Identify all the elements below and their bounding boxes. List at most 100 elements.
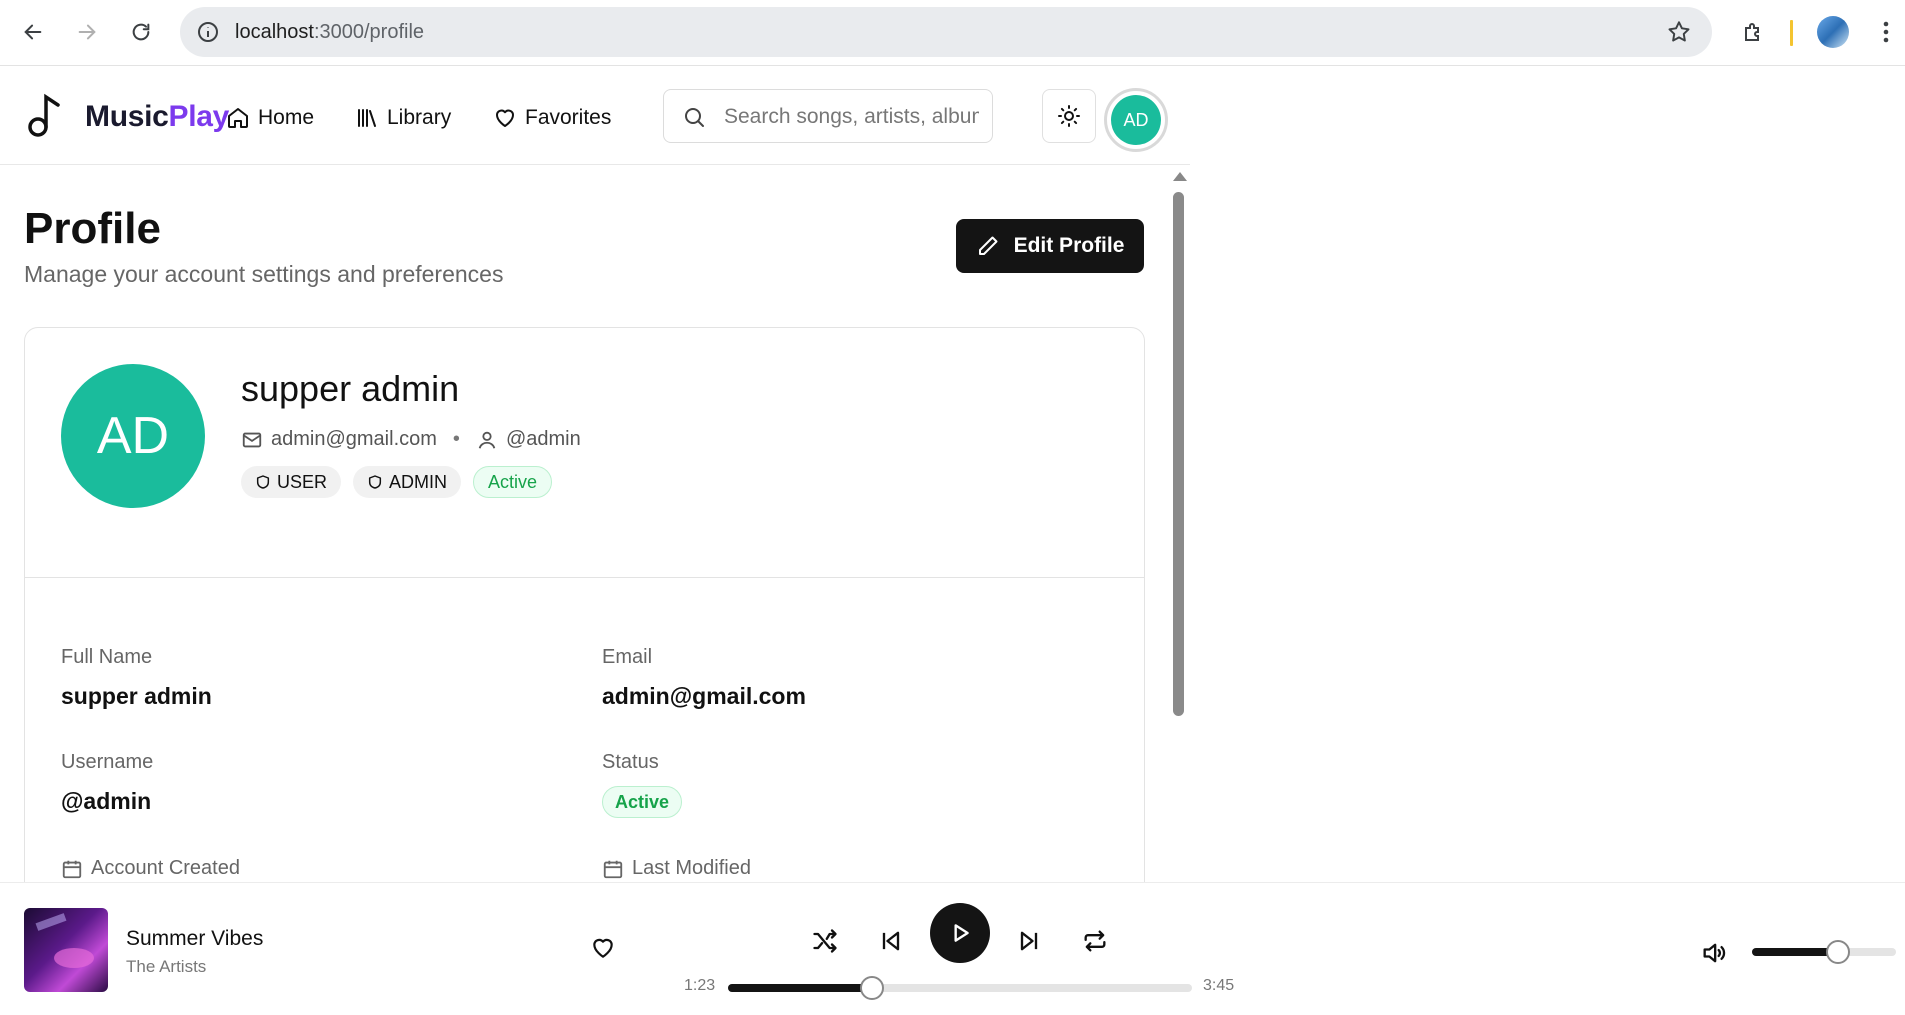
progress-fill — [728, 984, 872, 992]
reload-button[interactable] — [123, 14, 159, 50]
nav-favorites[interactable]: Favorites — [493, 106, 611, 130]
field-status: Status Active — [602, 751, 683, 818]
user-avatar-initials: AD — [1111, 95, 1161, 145]
extensions-button[interactable] — [1735, 14, 1771, 50]
forward-button[interactable] — [69, 14, 105, 50]
status-badge: Active — [473, 466, 553, 498]
field-last-modified-label: Last Modified — [632, 857, 751, 879]
pencil-icon — [978, 236, 998, 255]
field-last-modified: Last Modified — [602, 857, 751, 880]
field-status-badge: Active — [602, 786, 683, 818]
track-artist[interactable]: The Artists — [126, 957, 206, 977]
user-avatar-button[interactable]: AD — [1104, 88, 1168, 152]
app-logo[interactable]: MusicPlay — [85, 100, 229, 134]
kebab-menu-icon — [1883, 21, 1889, 43]
field-status-label: Status — [602, 751, 659, 773]
field-full-name-label: Full Name — [61, 646, 153, 668]
field-email-value: admin@gmail.com — [602, 683, 806, 709]
profile-avatar: AD — [61, 364, 205, 508]
track-title[interactable]: Summer Vibes — [126, 927, 263, 951]
arrow-right-icon — [78, 24, 96, 40]
edit-profile-label: Edit Profile — [1013, 234, 1125, 257]
site-info-icon[interactable] — [196, 20, 220, 44]
music-player-bar: Summer Vibes The Artists 1:23 3:45 — [0, 882, 1905, 1015]
field-full-name-value: supper admin — [61, 683, 212, 709]
main-content: Profile Manage your account settings and… — [0, 166, 1190, 882]
logo-text-main: Music — [85, 100, 169, 133]
cover-art-beam — [35, 913, 67, 931]
nav-library-label: Library — [387, 106, 452, 129]
album-cover[interactable] — [24, 908, 108, 992]
shield-icon — [256, 475, 270, 489]
profile-name: supper admin — [241, 368, 460, 409]
url-path: :3000/profile — [313, 21, 425, 43]
nav-library[interactable]: Library — [355, 106, 451, 130]
volume-icon[interactable] — [1700, 939, 1728, 967]
nav-home[interactable]: Home — [226, 106, 314, 130]
url-host: localhost — [235, 21, 314, 43]
arrow-left-icon — [24, 24, 42, 40]
toolbar-separator — [1790, 20, 1793, 46]
role-badges: USER ADMIN Active — [241, 466, 553, 498]
cover-art-highlight — [54, 948, 94, 968]
search-icon — [685, 108, 704, 127]
repeat-icon[interactable] — [1081, 927, 1109, 955]
play-button[interactable] — [930, 903, 990, 963]
profile-email: admin@gmail.com — [271, 428, 437, 450]
page-title: Profile — [24, 204, 161, 253]
search-box[interactable] — [663, 89, 993, 143]
chrome-menu-button[interactable] — [1868, 14, 1904, 50]
next-track-icon[interactable] — [1015, 927, 1043, 955]
nav-favorites-label: Favorites — [525, 106, 612, 129]
profile-card: AD supper admin admin@gmail.com • @admin… — [24, 327, 1145, 882]
field-email: Email admin@gmail.com — [602, 646, 806, 710]
field-account-created: Account Created — [61, 857, 240, 880]
progress-slider[interactable] — [728, 976, 1192, 1000]
calendar-icon — [62, 860, 82, 878]
profile-meta: admin@gmail.com • @admin — [241, 428, 581, 451]
profile-avatar-chrome[interactable] — [1817, 16, 1849, 48]
url-text[interactable]: localhost:3000/profile — [235, 21, 424, 44]
volume-slider[interactable] — [1752, 940, 1896, 964]
role-badge-user: USER — [241, 466, 342, 498]
search-input[interactable] — [724, 102, 979, 132]
main-scrollbar[interactable] — [1170, 166, 1187, 882]
reload-icon — [132, 23, 150, 41]
bookmark-star-icon[interactable] — [1666, 19, 1692, 45]
field-username-label: Username — [61, 751, 154, 773]
like-heart-icon[interactable] — [590, 935, 616, 961]
card-divider — [25, 577, 1144, 578]
play-icon — [954, 924, 969, 942]
back-button[interactable] — [15, 14, 51, 50]
field-username-value: @admin — [61, 788, 152, 814]
role-badge-admin: ADMIN — [353, 466, 462, 498]
edit-profile-button[interactable]: Edit Profile — [956, 219, 1144, 273]
scrollbar-thumb[interactable] — [1173, 192, 1184, 716]
browser-toolbar: localhost:3000/profile — [0, 0, 1905, 66]
total-time: 3:45 — [1203, 977, 1235, 994]
mail-icon — [242, 432, 262, 447]
meta-separator: • — [452, 428, 460, 450]
role-badge-user-label: USER — [277, 471, 328, 492]
scroll-up-arrow-icon[interactable] — [1173, 172, 1187, 181]
user-icon — [478, 431, 496, 449]
shuffle-icon[interactable] — [811, 927, 839, 955]
app-header: MusicPlay Home Library Favorites AD — [0, 66, 1190, 165]
field-email-label: Email — [602, 646, 653, 668]
logo-text-accent: Play — [168, 100, 230, 133]
field-username: Username @admin — [61, 751, 153, 815]
volume-knob[interactable] — [1826, 940, 1850, 964]
home-icon — [228, 108, 248, 128]
theme-toggle-button[interactable] — [1042, 89, 1096, 143]
progress-knob[interactable] — [860, 976, 884, 1000]
address-bar[interactable]: localhost:3000/profile — [180, 7, 1712, 57]
puzzle-icon — [1745, 23, 1759, 41]
field-account-created-label: Account Created — [91, 857, 240, 879]
current-time: 1:23 — [684, 977, 716, 994]
page-subtitle: Manage your account settings and prefere… — [24, 261, 504, 287]
sun-icon — [1058, 105, 1080, 127]
field-last-modified-label-row: Last Modified — [602, 857, 751, 880]
previous-track-icon[interactable] — [877, 927, 905, 955]
profile-username: @admin — [505, 428, 581, 450]
nav-home-label: Home — [258, 106, 315, 129]
